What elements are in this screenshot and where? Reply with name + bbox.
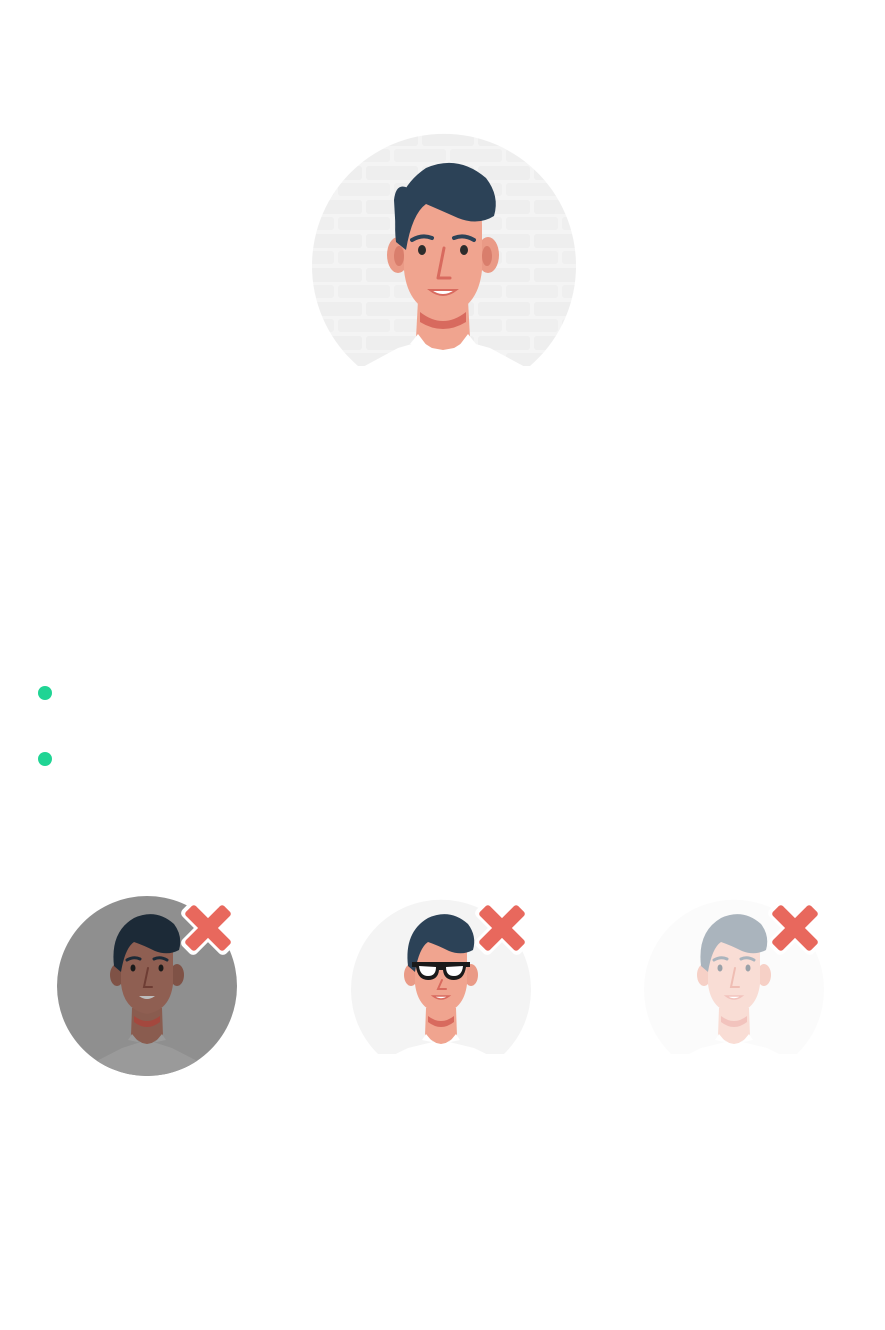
photo-guidelines-page — [0, 0, 885, 1330]
sunglasses-photo-example — [346, 890, 546, 1090]
dark-photo-example — [52, 890, 252, 1090]
bullet-dot-icon — [38, 686, 52, 700]
rejected-examples-row — [0, 890, 885, 1090]
faded-photo-example — [639, 890, 839, 1090]
guideline-item — [32, 742, 852, 776]
photo-guidelines-list — [32, 676, 852, 808]
bullet-dot-icon — [38, 752, 52, 766]
profile-photo-illustration — [308, 130, 578, 375]
guideline-item — [32, 676, 852, 710]
